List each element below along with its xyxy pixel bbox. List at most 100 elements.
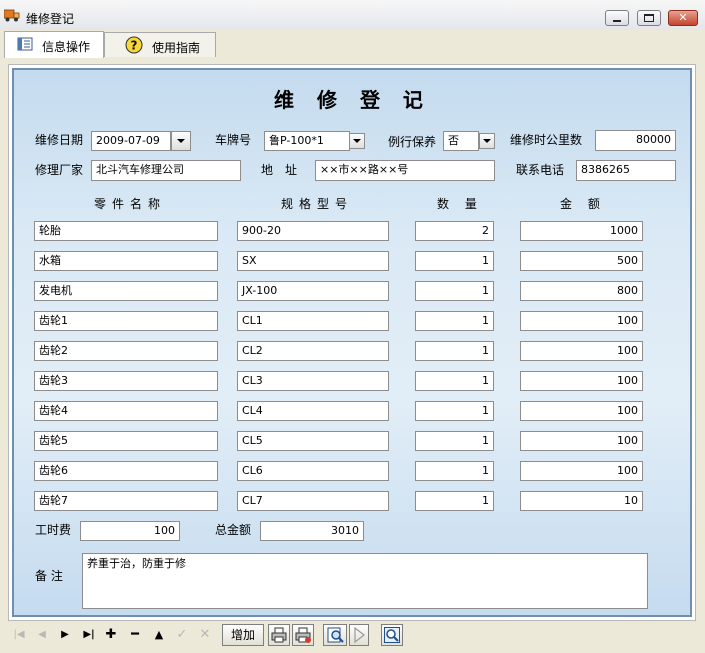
delete-record-icon[interactable]: ━	[125, 625, 145, 645]
next-record-button[interactable]: ▶	[56, 625, 74, 645]
factory-field[interactable]: 北斗汽车修理公司	[91, 160, 241, 181]
part-qty-field[interactable]: 1	[415, 281, 494, 301]
part-qty-field[interactable]: 1	[415, 401, 494, 421]
spec-header: 规格型号	[281, 197, 354, 211]
address-field[interactable]: ××市××路××号	[315, 160, 495, 181]
plate-label: 车牌号	[215, 133, 252, 147]
part-spec-field[interactable]: 900-20	[237, 221, 389, 241]
plate-dropdown-button[interactable]	[349, 133, 365, 149]
maximize-icon	[644, 14, 654, 22]
part-spec-field[interactable]: CL7	[237, 491, 389, 511]
labor-fee-field[interactable]: 100	[80, 521, 180, 541]
part-qty-field[interactable]: 1	[415, 461, 494, 481]
part-amount-field[interactable]: 10	[520, 491, 643, 511]
document-icon	[17, 37, 33, 51]
notes-label: 备 注	[35, 569, 63, 583]
last-record-button[interactable]: ▶|	[79, 625, 99, 645]
phone-field[interactable]: 8386265	[576, 160, 676, 181]
query-button[interactable]	[323, 624, 347, 646]
part-amount-field[interactable]: 1000	[520, 221, 643, 241]
part-name-field[interactable]: 水箱	[34, 251, 218, 271]
first-record-button[interactable]: |◀	[10, 625, 28, 645]
part-amount-field[interactable]: 100	[520, 401, 643, 421]
tab-info-operation[interactable]: 信息操作	[4, 31, 104, 58]
printer-setup-icon	[295, 627, 311, 643]
factory-label: 修理厂家	[35, 163, 84, 177]
part-amount-field[interactable]: 100	[520, 461, 643, 481]
part-spec-field[interactable]: CL2	[237, 341, 389, 361]
part-spec-field[interactable]: SX	[237, 251, 389, 271]
part-amount-field[interactable]: 100	[520, 431, 643, 451]
part-qty-field[interactable]: 1	[415, 311, 494, 331]
part-amount-field[interactable]: 100	[520, 311, 643, 331]
part-spec-field[interactable]: CL3	[237, 371, 389, 391]
print-preview-button[interactable]	[292, 624, 314, 646]
find-button[interactable]	[381, 624, 403, 646]
magnifier-icon	[384, 627, 400, 643]
amount-header: 金 额	[560, 197, 606, 211]
part-qty-field[interactable]: 1	[415, 251, 494, 271]
form-title: 维 修 登 记	[274, 88, 431, 112]
part-qty-field[interactable]: 2	[415, 221, 494, 241]
minimize-button[interactable]	[605, 10, 629, 26]
plate-select[interactable]: 鲁P-100*1	[264, 131, 350, 151]
part-name-field[interactable]: 齿轮5	[34, 431, 218, 451]
prev-record-button[interactable]: ◀	[33, 625, 51, 645]
routine-dropdown-button[interactable]	[479, 133, 495, 149]
part-name-field[interactable]: 齿轮2	[34, 341, 218, 361]
part-name-field[interactable]: 齿轮4	[34, 401, 218, 421]
repair-date-label: 维修日期	[35, 133, 84, 147]
minimize-icon	[613, 20, 621, 22]
tab-label: 信息操作	[42, 40, 91, 54]
window-title: 维修登记	[26, 12, 75, 26]
part-spec-field[interactable]: CL6	[237, 461, 389, 481]
phone-label: 联系电话	[516, 163, 565, 177]
print-button[interactable]	[268, 624, 290, 646]
part-name-field[interactable]: 齿轮3	[34, 371, 218, 391]
mileage-field[interactable]: 80000	[595, 130, 676, 151]
part-qty-field[interactable]: 1	[415, 371, 494, 391]
part-name-field[interactable]: 发电机	[34, 281, 218, 301]
date-dropdown-button[interactable]	[171, 131, 191, 151]
part-qty-field[interactable]: 1	[415, 431, 494, 451]
help-icon: ?	[125, 36, 143, 54]
part-amount-field[interactable]: 100	[520, 341, 643, 361]
play-icon	[354, 627, 365, 643]
part-spec-field[interactable]: CL5	[237, 431, 389, 451]
add-record-icon[interactable]: ✚	[102, 625, 120, 645]
routine-maintenance-label: 例行保养	[388, 135, 437, 149]
title-bar	[0, 0, 705, 31]
part-qty-field[interactable]: 1	[415, 491, 494, 511]
part-spec-field[interactable]: CL4	[237, 401, 389, 421]
printer-icon	[271, 627, 287, 643]
part-amount-field[interactable]: 100	[520, 371, 643, 391]
notes-textarea[interactable]: 养重于治，防重于修	[82, 553, 648, 609]
labor-fee-label: 工时费	[35, 523, 72, 537]
svg-text:?: ?	[131, 39, 138, 53]
confirm-icon[interactable]: ✓	[173, 625, 191, 645]
part-spec-field[interactable]: CL1	[237, 311, 389, 331]
part-spec-field[interactable]: JX-100	[237, 281, 389, 301]
add-button[interactable]: 增加	[222, 624, 264, 646]
part-qty-field[interactable]: 1	[415, 341, 494, 361]
part-name-field[interactable]: 轮胎	[34, 221, 218, 241]
post-edit-icon[interactable]: ▲	[150, 625, 168, 645]
part-amount-field[interactable]: 800	[520, 281, 643, 301]
routine-maintenance-select[interactable]: 否	[443, 131, 479, 151]
part-name-header: 零件名称	[94, 197, 167, 211]
part-name-field[interactable]: 齿轮6	[34, 461, 218, 481]
app-truck-icon	[4, 9, 20, 22]
part-name-field[interactable]: 齿轮7	[34, 491, 218, 511]
quantity-header: 数 量	[437, 197, 483, 211]
tab-user-guide[interactable]: ? 使用指南	[104, 32, 216, 57]
maximize-button[interactable]	[637, 10, 661, 26]
address-label: 地 址	[261, 163, 298, 177]
part-name-field[interactable]: 齿轮1	[34, 311, 218, 331]
part-amount-field[interactable]: 500	[520, 251, 643, 271]
close-button[interactable]: ✕	[668, 10, 698, 26]
cancel-edit-icon[interactable]: ✕	[196, 625, 214, 645]
forward-button[interactable]	[349, 624, 369, 646]
repair-date-field[interactable]: 2009-07-09	[91, 131, 171, 151]
total-amount-field[interactable]: 3010	[260, 521, 364, 541]
search-document-icon	[327, 627, 344, 643]
